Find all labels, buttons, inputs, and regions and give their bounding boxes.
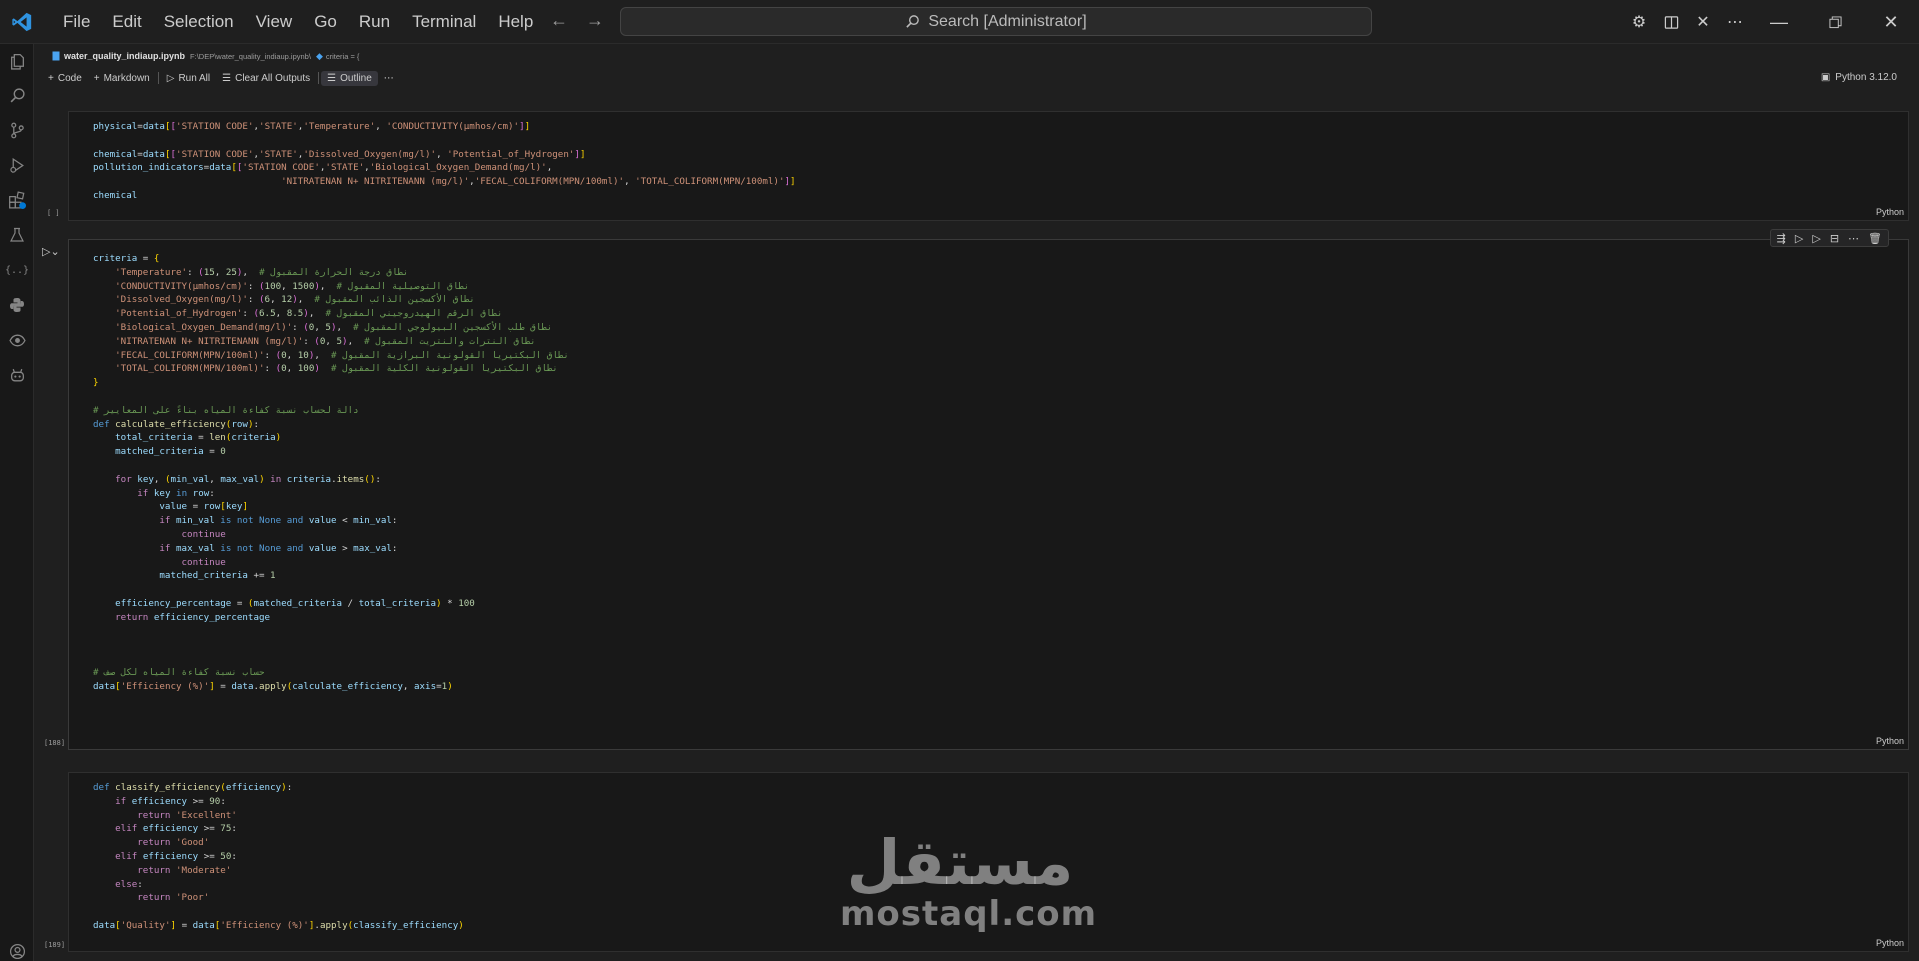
variables-icon[interactable]: {..}	[0, 255, 34, 285]
execution-count: [189]	[44, 941, 66, 949]
add-markdown-cell-button[interactable]: + Markdown	[88, 71, 156, 86]
remote-explorer-icon[interactable]	[0, 325, 34, 355]
outline-icon: ☰	[327, 72, 337, 84]
account-icon[interactable]	[0, 936, 34, 961]
explorer-icon[interactable]	[0, 46, 34, 76]
comment-nitrate: # نطاق النترات والنتريت المقبول	[364, 335, 536, 347]
menu-run[interactable]: Run	[348, 8, 401, 36]
run-cell-icon[interactable]: ▷⌄	[42, 245, 60, 258]
close-editor-icon[interactable]: ✕	[1687, 6, 1719, 38]
watermark: مستقل mostaql.com	[840, 826, 1098, 934]
breadcrumb-path[interactable]: F:\DEP\water_quality_indiaup.ipynb\	[190, 52, 311, 61]
plus-icon: +	[93, 72, 100, 84]
execution-count: [188]	[44, 739, 66, 747]
execute-above-icon[interactable]: ⇶	[1777, 232, 1786, 245]
comment-temperature: # نطاق درجة الحرارة المقبول	[259, 266, 409, 278]
title-actions: ⚙ ✕ ⋯ — ✕	[1623, 0, 1919, 44]
cell-code[interactable]: physical=data[['STATION CODE','STATE','T…	[93, 120, 796, 203]
outline-label: Outline	[340, 72, 372, 84]
run-debug-icon[interactable]	[0, 150, 34, 180]
title-bar: File Edit Selection View Go Run Terminal…	[0, 0, 1919, 44]
arrow-left-icon[interactable]: ←	[550, 10, 568, 31]
split-cell-icon[interactable]: ⊟	[1830, 232, 1839, 245]
comment-function: # دالة لحساب نسبة كفاءة المياه بناءً على…	[93, 404, 359, 416]
run-all-icon: ▷	[166, 72, 175, 84]
kernel-icon: ▣	[1820, 72, 1831, 83]
toolbar-divider	[318, 72, 320, 84]
comment-ph: # نطاق الرقم الهيدروجيني المقبول	[325, 308, 503, 320]
search-view-icon[interactable]	[0, 80, 34, 110]
clear-all-icon: ☰	[222, 72, 232, 84]
run-all-button[interactable]: ▷ Run All	[161, 71, 216, 86]
comment-bod: # نطاق طلب الأكسجين البيولوجي المقبول	[353, 321, 553, 333]
clear-outputs-label: Clear All Outputs	[235, 72, 311, 84]
toolbar-divider	[157, 72, 159, 84]
kernel-picker[interactable]: ▣ Python 3.12.0	[1821, 72, 1897, 83]
vscode-logo-icon	[0, 0, 44, 44]
cell-toolbar: ⇶ ▷ ▷ ⊟ ⋯ 🗑	[1769, 229, 1889, 247]
menu-help[interactable]: Help	[487, 8, 544, 36]
activity-bar: {..}	[0, 44, 34, 961]
window-close-icon[interactable]: ✕	[1863, 0, 1919, 44]
python-icon[interactable]	[0, 290, 34, 320]
command-center-search[interactable]: Search [Administrator]	[620, 7, 1372, 36]
outline-button[interactable]: ☰ Outline	[321, 70, 378, 86]
search-label: Search [Administrator]	[928, 12, 1087, 30]
add-code-cell-button[interactable]: + Code	[42, 71, 88, 86]
plus-icon: +	[48, 72, 54, 84]
menu-bar: File Edit Selection View Go Run Terminal…	[52, 8, 544, 36]
source-control-icon[interactable]	[0, 115, 34, 145]
cell-language-label[interactable]: Python	[1876, 207, 1904, 217]
breadcrumb-symbol[interactable]: criteria = {	[326, 52, 360, 61]
kernel-label: Python 3.12.0	[1835, 72, 1897, 83]
notebook-file-icon	[52, 51, 60, 61]
minimize-icon[interactable]: —	[1751, 0, 1807, 44]
cell-language-label[interactable]: Python	[1876, 736, 1904, 746]
search-icon	[906, 15, 920, 28]
toolbar-more-icon[interactable]: ⋯	[378, 71, 400, 86]
comment-total: # نطاق البكتيريا القولونية الكلية المقبو…	[330, 363, 558, 375]
execute-and-below-icon[interactable]: ▷	[1812, 232, 1820, 245]
run-all-label: Run All	[178, 72, 211, 84]
cell-language-label[interactable]: Python	[1876, 938, 1904, 948]
watermark-arabic: مستقل	[846, 826, 1074, 899]
breadcrumb-symbol-icon: ◆	[315, 50, 323, 61]
comment-row: # حساب نسبة كفاءة المياه لكل صف	[93, 666, 265, 678]
cell-code[interactable]: def classify_efficiency(efficiency): if …	[93, 781, 464, 933]
clear-outputs-button[interactable]: ☰ Clear All Outputs	[216, 71, 316, 86]
comment-fecal: # نطاق البكتيريا القولونية البرازية المق…	[330, 349, 569, 361]
comment-oxygen: # نطاق الأكسجين الذائب المقبول	[314, 294, 475, 306]
menu-edit[interactable]: Edit	[101, 8, 152, 36]
menu-terminal[interactable]: Terminal	[401, 8, 487, 36]
notebook-toolbar: + Code + Markdown ▷ Run All ☰ Clear All Outp…	[34, 68, 1919, 88]
menu-file[interactable]: File	[52, 8, 101, 36]
notebook-tab[interactable]: water_quality_indiaup.ipynb	[64, 51, 185, 61]
split-editor-icon[interactable]	[1655, 6, 1687, 38]
editor-tab-bar: water_quality_indiaup.ipynb F:\DEP\water…	[34, 44, 1919, 68]
copilot-icon[interactable]	[0, 360, 34, 390]
more-actions-icon[interactable]: ⋯	[1719, 6, 1751, 38]
execute-below-icon[interactable]: ▷	[1795, 232, 1803, 245]
code-cell[interactable]: criteria = { 'Temperature': (15, 25), # …	[68, 239, 1909, 750]
code-cell[interactable]: physical=data[['STATION CODE','STATE','T…	[68, 111, 1909, 221]
menu-go[interactable]: Go	[303, 8, 348, 36]
navigation-arrows: ← →	[550, 10, 604, 31]
restore-icon[interactable]	[1807, 0, 1863, 44]
add-code-label: Code	[57, 72, 82, 84]
extensions-icon[interactable]	[0, 185, 34, 215]
testing-icon[interactable]	[0, 220, 34, 250]
arrow-right-icon[interactable]: →	[586, 10, 604, 31]
execution-count: [ ]	[47, 209, 60, 217]
comment-conductivity: # نطاق التوصيلية المقبول	[336, 280, 470, 292]
delete-cell-icon[interactable]: 🗑	[1868, 232, 1882, 245]
gear-icon[interactable]: ⚙	[1623, 6, 1655, 38]
cell-more-icon[interactable]: ⋯	[1848, 232, 1859, 245]
menu-selection[interactable]: Selection	[153, 8, 245, 36]
cell-code[interactable]: criteria = { 'Temperature': (15, 25), # …	[93, 252, 569, 694]
menu-view[interactable]: View	[245, 8, 304, 36]
watermark-latin: mostaql.com	[840, 894, 1098, 934]
add-markdown-label: Markdown	[103, 72, 150, 84]
